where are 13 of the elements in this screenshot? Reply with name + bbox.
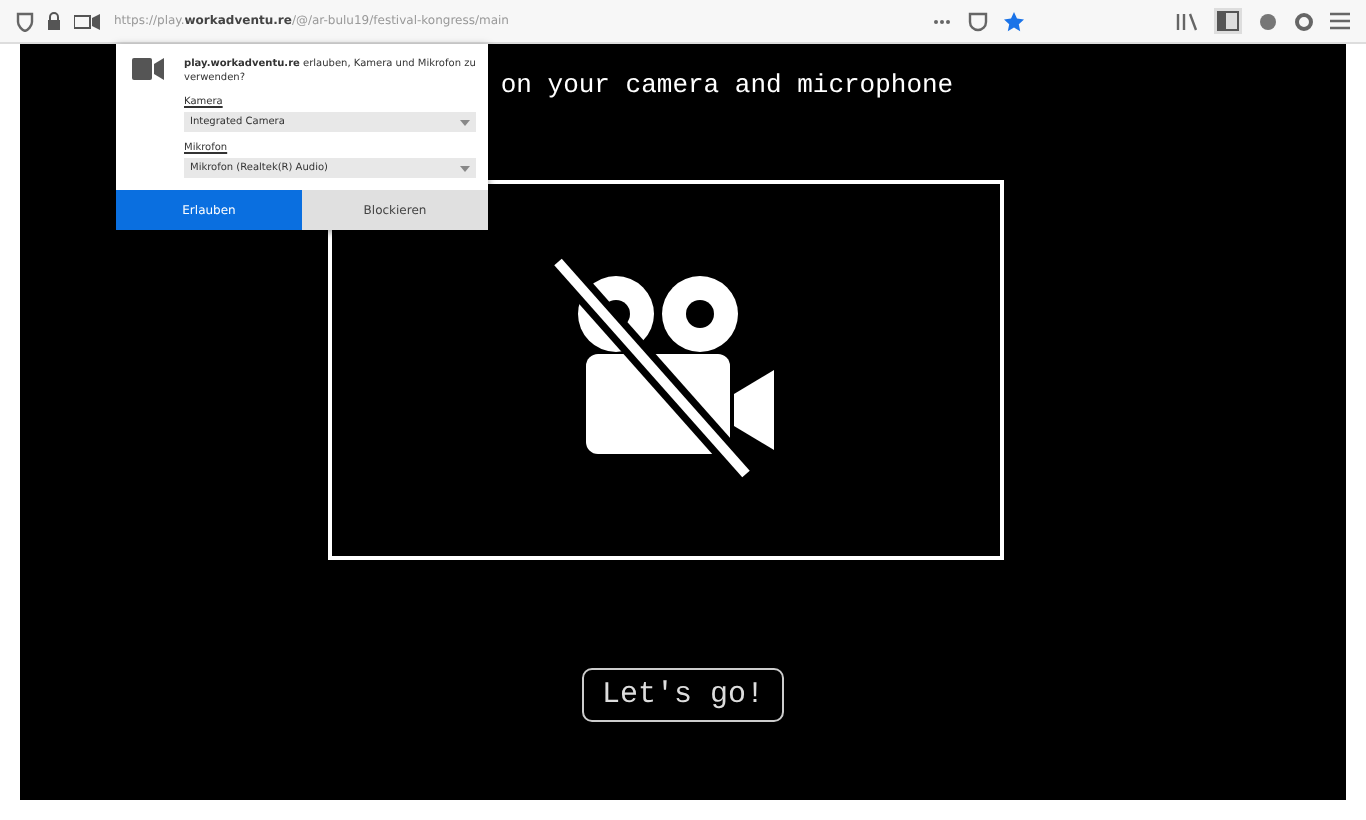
- menu-icon[interactable]: [1330, 12, 1350, 30]
- camera-icon[interactable]: [74, 13, 102, 29]
- camera-icon: [132, 58, 164, 80]
- caret-icon: [460, 165, 470, 171]
- lets-go-button[interactable]: Let's go!: [581, 668, 784, 722]
- lock-icon[interactable]: [46, 11, 62, 31]
- library-icon[interactable]: [1176, 11, 1198, 31]
- sidebar-icon[interactable]: [1214, 8, 1242, 34]
- page-heading: on your camera and microphone: [498, 70, 954, 100]
- caret-icon: [460, 119, 470, 125]
- star-icon[interactable]: [1004, 11, 1024, 31]
- more-icon[interactable]: [932, 17, 952, 25]
- shield-icon[interactable]: [16, 11, 34, 31]
